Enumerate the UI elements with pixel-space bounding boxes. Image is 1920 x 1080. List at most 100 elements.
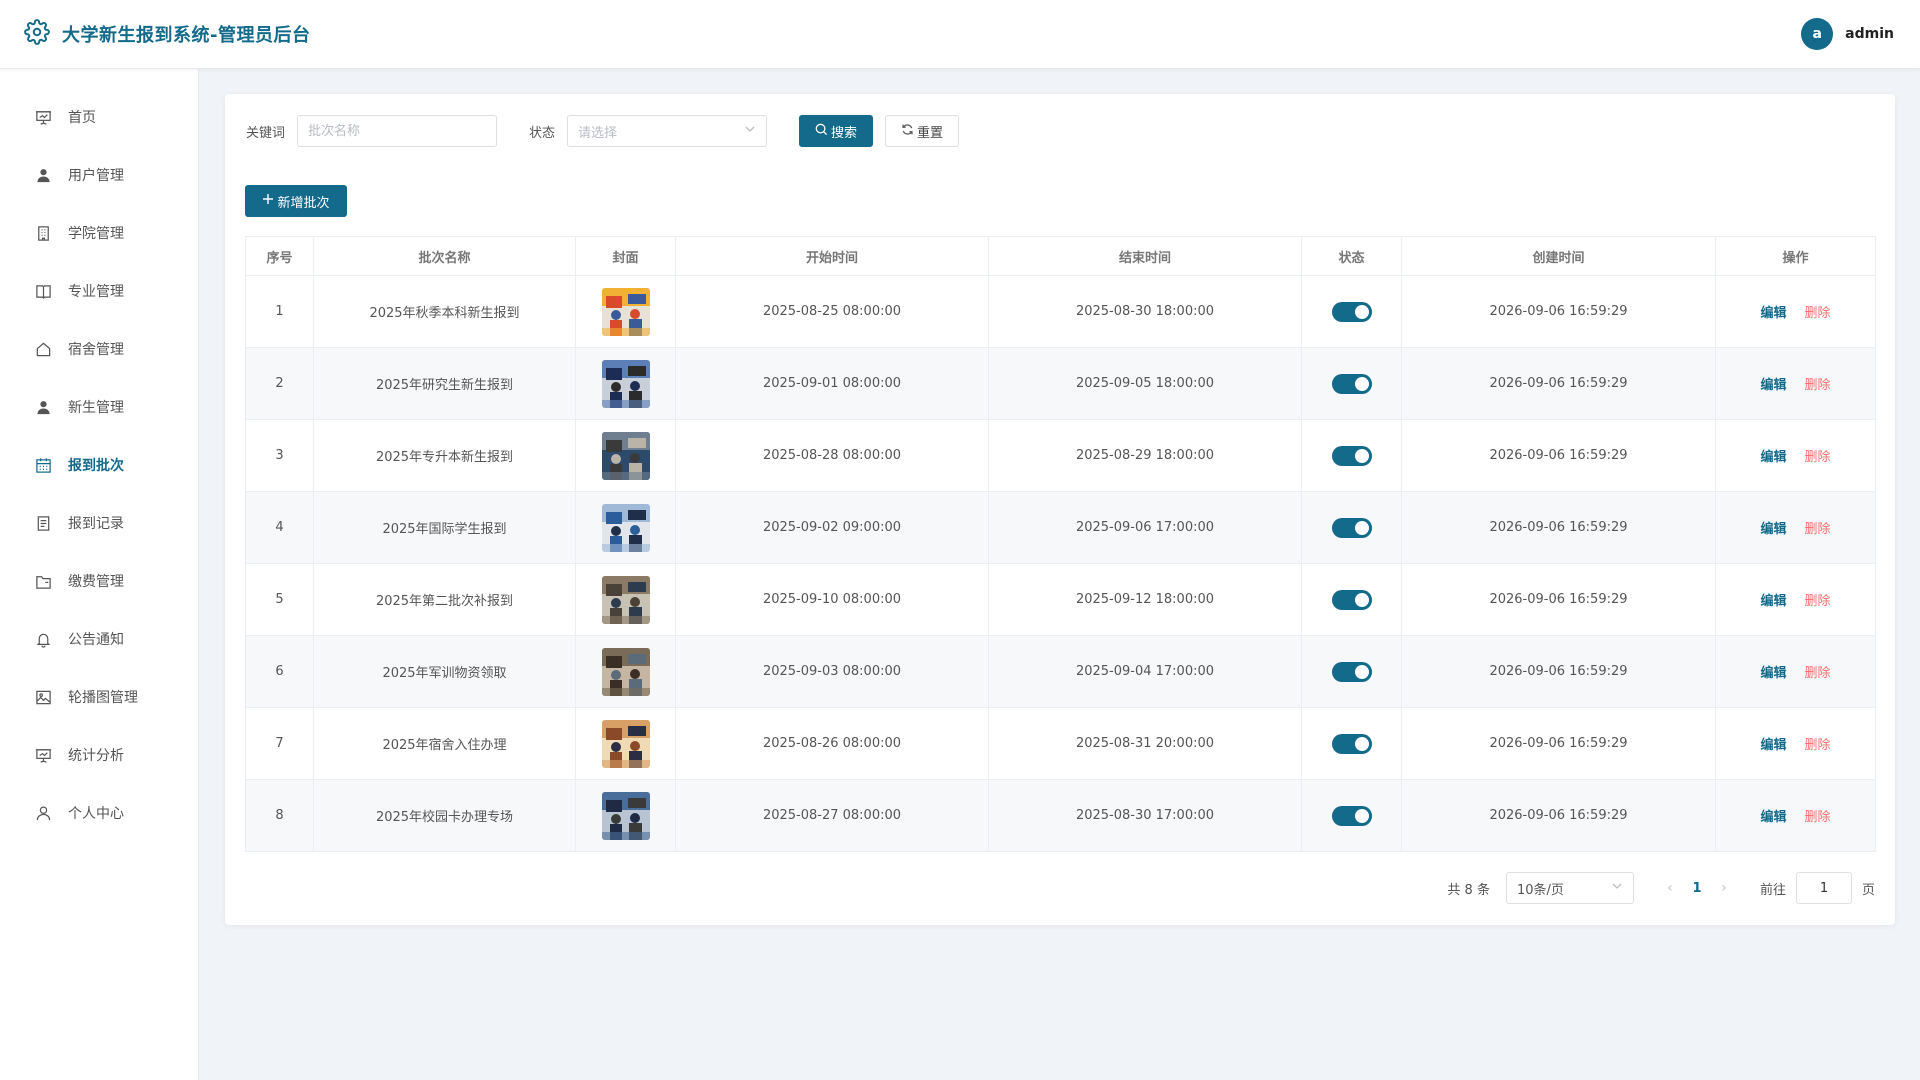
end-time: 2025-09-12 18:00:00 bbox=[988, 563, 1302, 636]
sidebar-item-3[interactable]: 学院管理 bbox=[0, 204, 198, 262]
start-time: 2025-09-10 08:00:00 bbox=[675, 563, 989, 636]
end-time: 2025-08-31 20:00:00 bbox=[988, 707, 1302, 780]
actions-cell: 编辑 删除 bbox=[1715, 707, 1876, 780]
pagination: 共 8 条 10条/页 ‹ 1 › 前往 页 bbox=[1447, 872, 1875, 904]
row-index: 5 bbox=[245, 563, 314, 636]
filter-bar: 关键词 状态 请选择 搜索 重置 bbox=[246, 115, 960, 147]
add-batch-button[interactable]: 新增批次 bbox=[245, 185, 347, 217]
sidebar-item-12[interactable]: 统计分析 bbox=[0, 726, 198, 784]
delete-link[interactable]: 删除 bbox=[1805, 666, 1831, 681]
status-select[interactable]: 请选择 bbox=[567, 115, 768, 147]
start-time: 2025-08-27 08:00:00 bbox=[675, 779, 989, 852]
cover-cell bbox=[575, 779, 676, 852]
status-toggle[interactable] bbox=[1331, 733, 1372, 754]
user-icon bbox=[34, 166, 52, 184]
created-time: 2026-09-06 16:59:29 bbox=[1401, 563, 1716, 636]
start-time: 2025-08-28 08:00:00 bbox=[675, 419, 989, 492]
page-size-select[interactable]: 10条/页 bbox=[1505, 872, 1634, 904]
status-toggle[interactable] bbox=[1331, 445, 1372, 466]
status-cell bbox=[1301, 419, 1402, 492]
end-time: 2025-08-30 17:00:00 bbox=[988, 779, 1302, 852]
page-number-current[interactable]: 1 bbox=[1682, 881, 1712, 896]
batch-name: 2025年军训物资领取 bbox=[313, 635, 576, 708]
end-time: 2025-09-04 17:00:00 bbox=[988, 635, 1302, 708]
actions-cell: 编辑 删除 bbox=[1715, 635, 1876, 708]
folder-icon bbox=[34, 572, 52, 590]
edit-link[interactable]: 编辑 bbox=[1760, 738, 1786, 753]
status-toggle[interactable] bbox=[1331, 805, 1372, 826]
actions-cell: 编辑 删除 bbox=[1715, 419, 1876, 492]
edit-link[interactable]: 编辑 bbox=[1760, 594, 1786, 609]
actions-cell: 编辑 删除 bbox=[1715, 563, 1876, 636]
table-row: 4 2025年国际学生报到 2025-09-02 09:00:00 2025-09-0… bbox=[245, 491, 1876, 564]
edit-link[interactable]: 编辑 bbox=[1760, 450, 1786, 465]
delete-link[interactable]: 删除 bbox=[1805, 810, 1831, 825]
sidebar-item-1[interactable]: 首页 bbox=[0, 88, 198, 146]
cover-cell bbox=[575, 563, 676, 636]
picture-icon bbox=[34, 688, 52, 706]
table-row: 7 2025年宿舍入住办理 2025-08-26 08:00:00 2025-08-3… bbox=[245, 707, 1876, 780]
status-cell bbox=[1301, 491, 1402, 564]
status-cell bbox=[1301, 563, 1402, 636]
table-row: 5 2025年第二批次补报到 2025-09-10 08:00:00 2025-09-… bbox=[245, 563, 1876, 636]
actions-cell: 编辑 删除 bbox=[1715, 779, 1876, 852]
search-icon bbox=[815, 123, 828, 140]
sidebar-item-label: 统计分析 bbox=[68, 748, 124, 764]
delete-link[interactable]: 删除 bbox=[1805, 594, 1831, 609]
sidebar-item-11[interactable]: 轮播图管理 bbox=[0, 668, 198, 726]
sidebar-item-label: 公告通知 bbox=[68, 632, 124, 648]
status-toggle[interactable] bbox=[1331, 589, 1372, 610]
status-toggle[interactable] bbox=[1331, 661, 1372, 682]
bell-icon bbox=[34, 630, 52, 648]
status-toggle[interactable] bbox=[1331, 517, 1372, 538]
edit-link[interactable]: 编辑 bbox=[1760, 810, 1786, 825]
goto-page-input[interactable] bbox=[1795, 872, 1852, 904]
page-size-value: 10条/页 bbox=[1516, 882, 1564, 898]
status-toggle[interactable] bbox=[1331, 301, 1372, 322]
created-time: 2026-09-06 16:59:29 bbox=[1401, 275, 1716, 348]
table-row: 6 2025年军训物资领取 2025-09-03 08:00:00 2025-09-0… bbox=[245, 635, 1876, 708]
reset-button[interactable]: 重置 bbox=[885, 115, 960, 147]
user-menu[interactable]: a admin bbox=[1801, 18, 1894, 50]
sidebar: 首页 用户管理 学院管理 专业管理 宿舍管理 新生管理 报到批次报到记录缴费管理公告通知轮播… bbox=[0, 69, 199, 1080]
table-header-row: 序号 批次名称 封面 开始时间 结束时间 状态 创建时间 操作 bbox=[245, 236, 1876, 276]
batch-name: 2025年校园卡办理专场 bbox=[313, 779, 576, 852]
delete-link[interactable]: 删除 bbox=[1805, 450, 1831, 465]
sidebar-item-6[interactable]: 新生管理 bbox=[0, 378, 198, 436]
delete-link[interactable]: 删除 bbox=[1805, 522, 1831, 537]
delete-link[interactable]: 删除 bbox=[1805, 306, 1831, 321]
start-time: 2025-08-25 08:00:00 bbox=[675, 275, 989, 348]
next-page-icon[interactable]: › bbox=[1712, 880, 1736, 896]
search-button[interactable]: 搜索 bbox=[799, 115, 874, 147]
edit-link[interactable]: 编辑 bbox=[1760, 306, 1786, 321]
status-toggle[interactable] bbox=[1331, 373, 1372, 394]
edit-link[interactable]: 编辑 bbox=[1760, 522, 1786, 537]
sidebar-item-9[interactable]: 缴费管理 bbox=[0, 552, 198, 610]
table-row: 2 2025年研究生新生报到 2025-09-01 08:00:00 2025-09-… bbox=[245, 347, 1876, 420]
created-time: 2026-09-06 16:59:29 bbox=[1401, 707, 1716, 780]
sidebar-item-7[interactable]: 报到批次 bbox=[0, 436, 198, 494]
keyword-input[interactable] bbox=[297, 115, 498, 147]
sidebar-item-2[interactable]: 用户管理 bbox=[0, 146, 198, 204]
end-time: 2025-09-05 18:00:00 bbox=[988, 347, 1302, 420]
delete-link[interactable]: 删除 bbox=[1805, 378, 1831, 393]
sidebar-item-5[interactable]: 宿舍管理 bbox=[0, 320, 198, 378]
row-index: 4 bbox=[245, 491, 314, 564]
cover-image bbox=[601, 359, 650, 408]
status-label: 状态 bbox=[529, 125, 556, 141]
cover-image bbox=[601, 647, 650, 696]
sidebar-item-13[interactable]: 个人中心 bbox=[0, 784, 198, 842]
avatar[interactable]: a bbox=[1801, 18, 1834, 50]
delete-link[interactable]: 删除 bbox=[1805, 738, 1831, 753]
sidebar-item-4[interactable]: 专业管理 bbox=[0, 262, 198, 320]
username[interactable]: admin bbox=[1845, 26, 1894, 42]
prev-page-icon[interactable]: ‹ bbox=[1658, 880, 1682, 896]
edit-link[interactable]: 编辑 bbox=[1760, 378, 1786, 393]
sidebar-item-8[interactable]: 报到记录 bbox=[0, 494, 198, 552]
sidebar-item-label: 报到记录 bbox=[68, 516, 124, 532]
end-time: 2025-09-06 17:00:00 bbox=[988, 491, 1302, 564]
sidebar-item-10[interactable]: 公告通知 bbox=[0, 610, 198, 668]
edit-link[interactable]: 编辑 bbox=[1760, 666, 1786, 681]
cover-image bbox=[601, 719, 650, 768]
created-time: 2026-09-06 16:59:29 bbox=[1401, 779, 1716, 852]
